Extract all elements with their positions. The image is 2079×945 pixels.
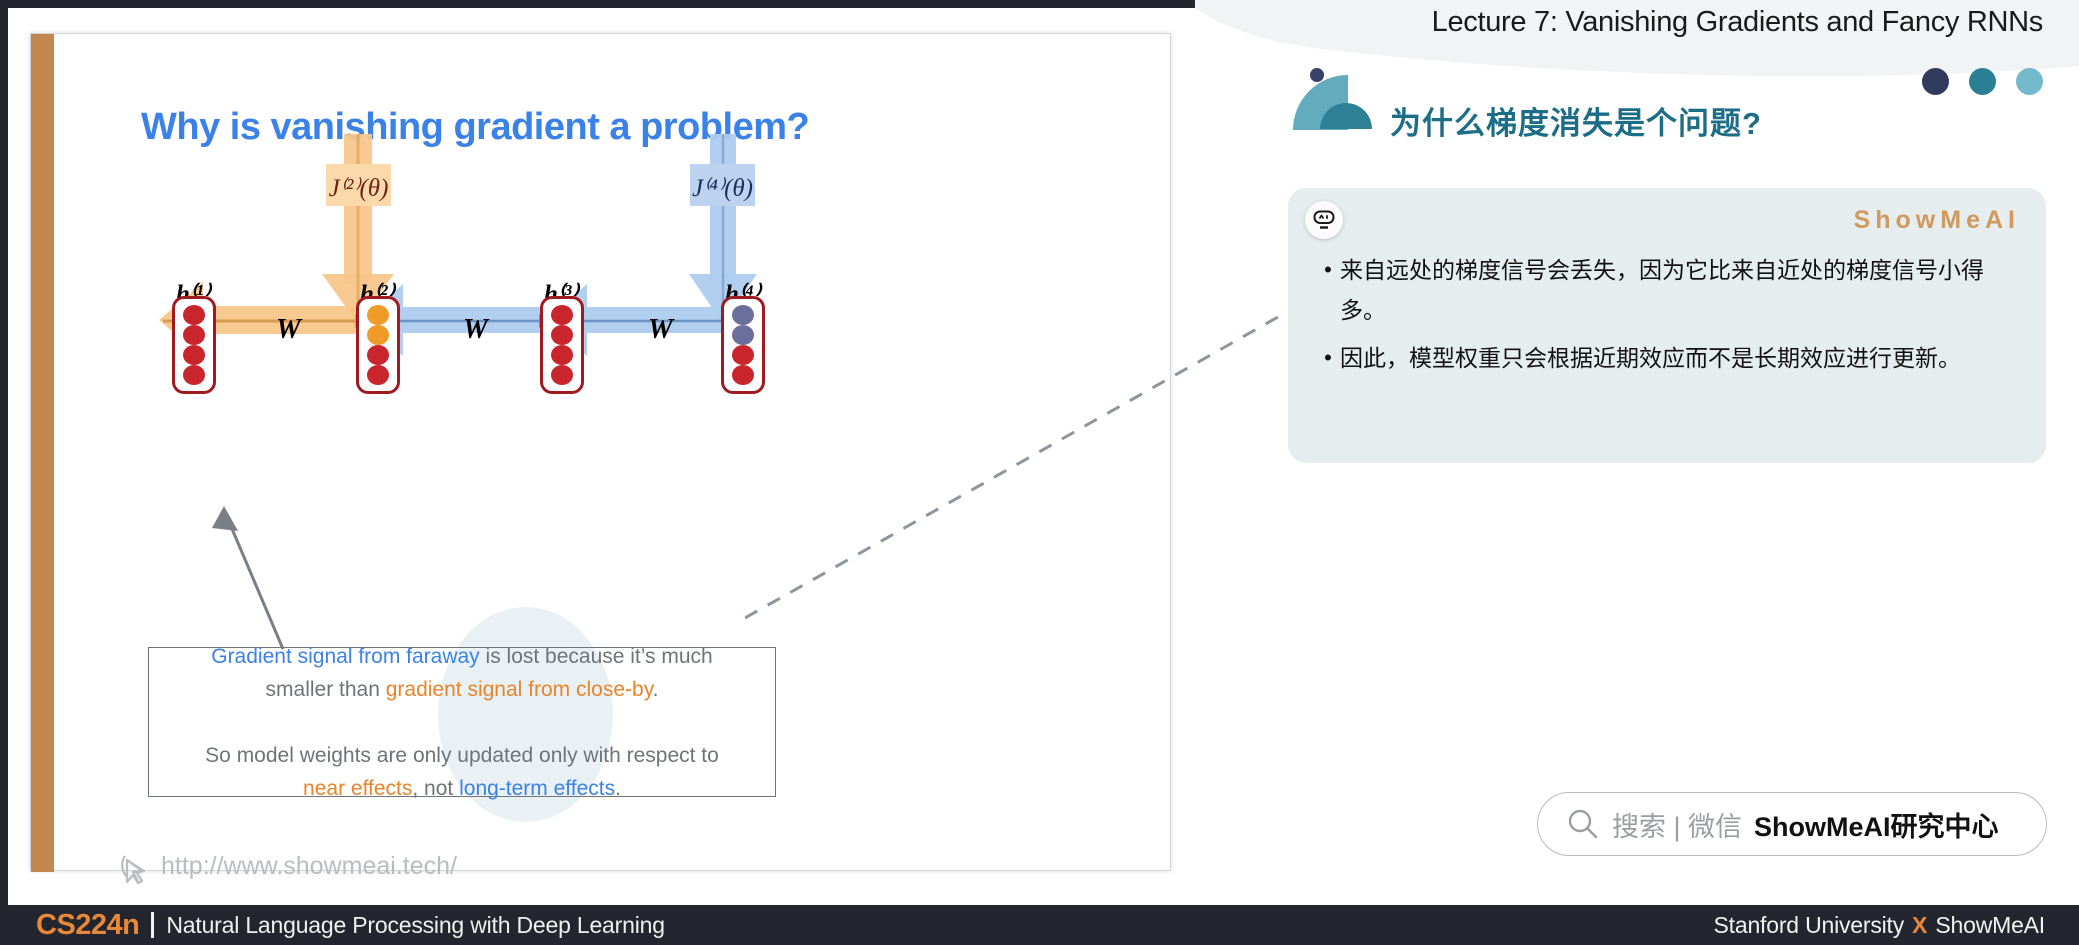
explanation-textbox: Gradient signal from faraway is lost bec… bbox=[148, 645, 776, 800]
explanation-near-effects-text: near effects bbox=[303, 776, 413, 800]
bullet-icon: • bbox=[1324, 257, 1332, 282]
course-code: CS224n bbox=[36, 908, 140, 941]
course-name: Natural Language Processing with Deep Le… bbox=[166, 911, 665, 938]
loss-box-j2: J⁽²⁾(θ) bbox=[326, 164, 391, 206]
robot-face-icon bbox=[1313, 210, 1335, 229]
translation-bullet-list: • 来自远处的梯度信号会丢失，因为它比来自近处的梯度信号小得多。 • 因此，模型… bbox=[1316, 250, 2022, 386]
dot-navy-icon bbox=[1922, 68, 1949, 95]
hidden-unit bbox=[183, 365, 205, 385]
explanation-spacer bbox=[459, 706, 465, 739]
search-icon bbox=[1568, 809, 1598, 839]
weight-label-w1: W bbox=[276, 314, 301, 345]
hidden-unit bbox=[183, 345, 205, 365]
explanation-line-4: near effects, not long-term effects. bbox=[303, 772, 621, 805]
explanation-line-1-rest: is lost because it’s much bbox=[479, 644, 713, 668]
explanation-line-3: So model weights are only updated only w… bbox=[205, 743, 719, 767]
window-frame-left bbox=[0, 0, 8, 905]
screenshot-root: Why is vanishing gradient a problem? J⁽²… bbox=[0, 0, 2079, 945]
explanation-closeby-text: gradient signal from close-by bbox=[385, 677, 653, 701]
hidden-unit bbox=[367, 365, 389, 385]
section-title-cn: 为什么梯度消失是个问题? bbox=[1390, 106, 1762, 141]
hidden-unit bbox=[551, 345, 573, 365]
explanation-line-2-lead: smaller than bbox=[265, 677, 386, 701]
hidden-unit-highlight bbox=[367, 325, 389, 345]
lecture-title: Lecture 7: Vanishing Gradients and Fancy… bbox=[1431, 6, 2044, 38]
dot-light-teal-icon bbox=[2016, 68, 2043, 95]
explanation-faraway-text: Gradient signal from faraway bbox=[211, 644, 480, 668]
bullet-icon: • bbox=[1324, 345, 1332, 370]
showmeai-logo: ShowMeAI bbox=[1853, 206, 2020, 234]
explanation-line-1: Gradient signal from faraway is lost bec… bbox=[211, 640, 713, 673]
hidden-unit bbox=[183, 325, 205, 345]
search-account-name: ShowMeAI研究中心 bbox=[1754, 811, 1999, 842]
loss-box-j4: J⁽⁴⁾(θ) bbox=[690, 164, 755, 206]
search-placeholder: 搜索 | 微信 bbox=[1612, 811, 1743, 842]
hidden-unit bbox=[551, 325, 573, 345]
hidden-state-h1 bbox=[172, 296, 216, 394]
explanation-line-2-end: . bbox=[652, 677, 659, 701]
dot-teal-icon bbox=[1969, 68, 1996, 95]
hidden-unit bbox=[183, 305, 205, 325]
list-item: • 来自远处的梯度信号会丢失，因为它比来自近处的梯度信号小得多。 bbox=[1316, 250, 2022, 330]
footer-org-x: X bbox=[1912, 911, 1928, 938]
ai-robot-badge bbox=[1305, 201, 1343, 239]
hidden-state-h2 bbox=[356, 296, 400, 394]
explanation-line-4-end: . bbox=[615, 776, 621, 800]
header-dots-decoration bbox=[1922, 68, 2043, 95]
hidden-unit-highlight bbox=[367, 305, 389, 325]
small-dot-decoration bbox=[1310, 68, 1324, 82]
footer-org-right: ShowMeAI bbox=[1935, 911, 2045, 938]
explanation-line-2: smaller than gradient signal from close-… bbox=[266, 673, 659, 706]
explanation-longterm-effects-text: long-term effects bbox=[459, 776, 616, 800]
hidden-state-h3 bbox=[540, 296, 584, 394]
pointer-arrow bbox=[212, 506, 285, 650]
wechat-search-bar[interactable]: 搜索 | 微信 ShowMeAI研究中心 bbox=[1537, 792, 2047, 856]
explanation-line-4-mid: , not bbox=[412, 776, 460, 800]
list-item-text: 因此，模型权重只会根据近期效应而不是长期效应进行更新。 bbox=[1340, 345, 1961, 371]
weight-label-w3: W bbox=[648, 314, 673, 345]
weight-label-w2: W bbox=[463, 314, 488, 345]
slide-url[interactable]: http://www.showmeai.tech/ bbox=[161, 852, 457, 881]
dashed-connector-line bbox=[745, 302, 1302, 620]
translation-panel: ShowMeAI • 来自远处的梯度信号会丢失，因为它比来自近处的梯度信号小得多… bbox=[1288, 188, 2046, 463]
footer-divider bbox=[151, 912, 155, 938]
cursor-icon bbox=[121, 855, 146, 885]
list-item: • 因此，模型权重只会根据近期效应而不是长期效应进行更新。 bbox=[1316, 338, 2022, 378]
list-item-text: 来自远处的梯度信号会丢失，因为它比来自近处的梯度信号小得多。 bbox=[1340, 257, 1984, 323]
footer-org-left: Stanford University bbox=[1713, 911, 1905, 938]
hidden-unit bbox=[367, 345, 389, 365]
hidden-unit bbox=[551, 365, 573, 385]
hidden-unit bbox=[551, 305, 573, 325]
footer-right-group: Stanford University X ShowMeAI bbox=[1713, 905, 2046, 945]
